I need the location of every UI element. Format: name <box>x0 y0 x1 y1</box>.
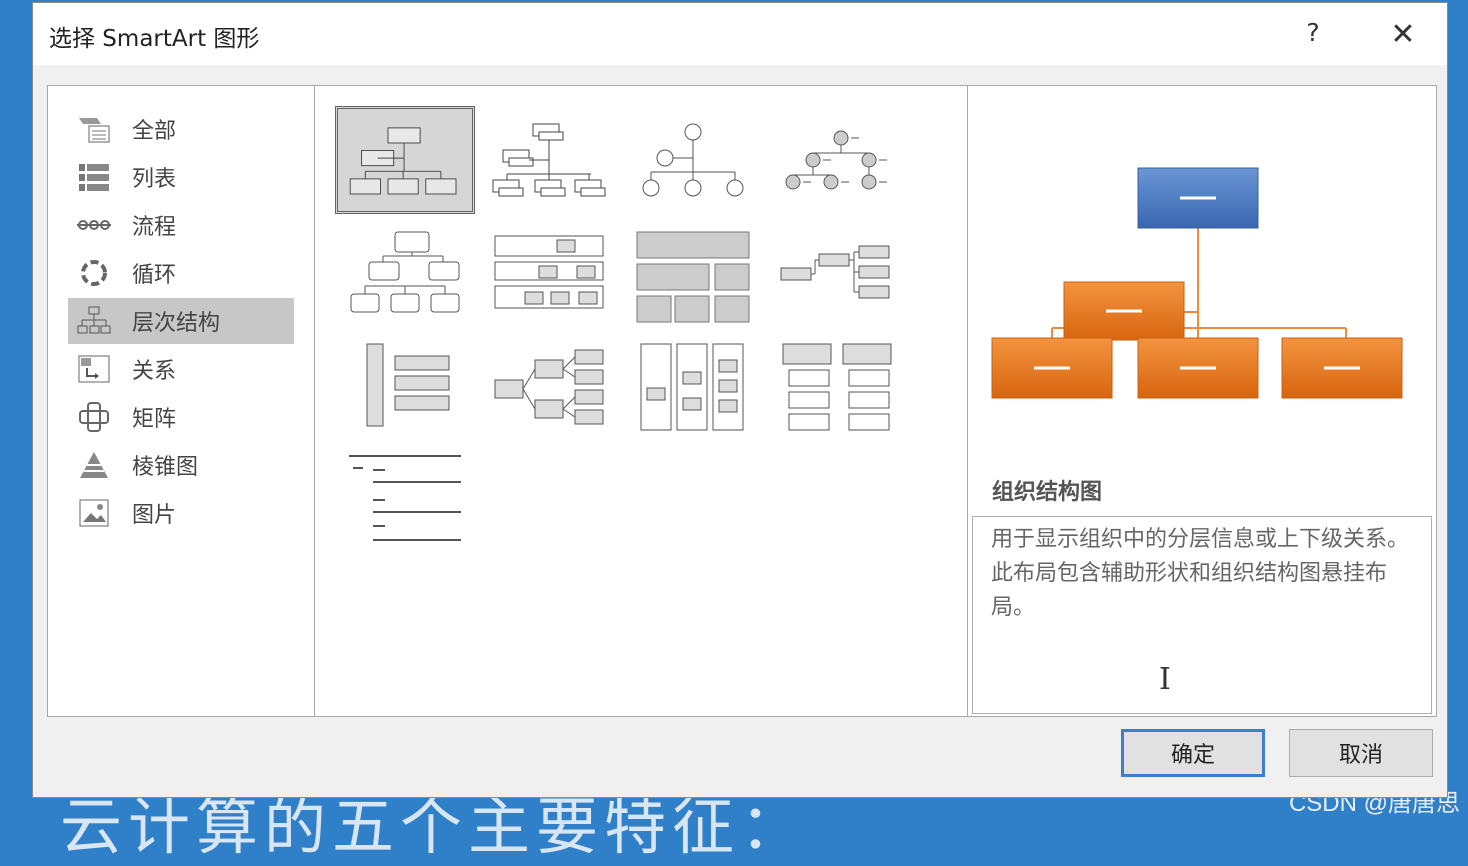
layout-circle-picture-hierarchy[interactable] <box>623 106 763 214</box>
layout-name-title-org-chart[interactable] <box>479 106 619 214</box>
layout-horizontal-hierarchy[interactable] <box>767 222 907 330</box>
preview-panel: 组织结构图 用于显示组织中的分层信息或上下级关系。此布局包含辅助形状和组织结构图… <box>967 85 1437 717</box>
category-picture[interactable]: 图片 <box>68 490 294 536</box>
category-label: 矩阵 <box>132 407 177 432</box>
all-icon <box>76 113 112 145</box>
table-hierarchy-thumbnail <box>494 235 604 309</box>
layout-hierarchy-list[interactable] <box>335 336 475 444</box>
category-label: 层次结构 <box>132 311 221 336</box>
matrix-icon <box>76 401 112 433</box>
picture-icon <box>76 497 112 529</box>
layout-horizontal-hierarchy-blocks[interactable] <box>623 222 763 330</box>
category-list: 全部 列表 流程 循环 层次结构 关系 矩阵 棱锥图 图片 <box>47 85 315 717</box>
category-cycle[interactable]: 循环 <box>68 250 294 296</box>
hierarchy-blocks-thumbnail <box>636 231 750 323</box>
layout-organization-chart[interactable] <box>335 106 475 214</box>
pyramid-icon <box>76 449 112 481</box>
layout-table-hierarchy[interactable] <box>479 222 619 330</box>
text-hierarchy-thumbnail <box>349 455 461 541</box>
category-process[interactable]: 流程 <box>68 202 294 248</box>
org-chart-thumbnail <box>349 127 457 195</box>
smartart-dialog: 选择 SmartArt 图形 ? ✕ 全部 列表 流程 循环 层次结构 关系 矩… <box>32 2 1448 798</box>
half-circle-thumbnail <box>350 231 460 313</box>
cycle-icon <box>76 257 112 289</box>
category-label: 图片 <box>132 503 177 528</box>
layout-lined-list-hierarchy[interactable] <box>623 336 763 444</box>
process-icon <box>76 209 112 241</box>
category-pyramid[interactable]: 棱锥图 <box>68 442 294 488</box>
category-label: 棱锥图 <box>132 455 199 480</box>
ok-button[interactable]: 确定 <box>1121 729 1265 777</box>
layout-text-hierarchy[interactable] <box>335 448 475 556</box>
layout-half-circle-org-chart[interactable] <box>335 222 475 330</box>
descending-hierarchy-thumbnail <box>782 343 892 431</box>
layout-horizontal-multilevel[interactable] <box>479 336 619 444</box>
category-list-type[interactable]: 列表 <box>68 154 294 200</box>
cancel-button[interactable]: 取消 <box>1289 729 1433 777</box>
layout-description-text: 用于显示组织中的分层信息或上下级关系。此布局包含辅助形状和组织结构图悬挂布局。 <box>991 527 1410 620</box>
circle-hierarchy-thumbnail <box>642 123 744 197</box>
layout-gallery <box>314 85 968 717</box>
category-all[interactable]: 全部 <box>68 106 294 152</box>
hierarchy-list-thumbnail <box>366 343 450 427</box>
category-label: 全部 <box>132 119 177 144</box>
relationship-icon <box>76 353 112 385</box>
preview-image <box>991 167 1403 399</box>
dialog-title: 选择 SmartArt 图形 <box>49 26 260 52</box>
list-icon <box>76 161 112 193</box>
layout-labeled-hierarchy[interactable] <box>767 106 907 214</box>
labeled-hierarchy-thumbnail <box>785 130 887 190</box>
layout-name: 组织结构图 <box>992 480 1103 505</box>
title-bar[interactable]: 选择 SmartArt 图形 ? ✕ <box>33 3 1447 65</box>
lined-list-thumbnail <box>640 343 744 431</box>
category-label: 列表 <box>132 167 177 192</box>
layout-descending-hierarchy[interactable] <box>767 336 907 444</box>
text-cursor: I <box>1159 662 1171 697</box>
hierarchy-icon <box>76 305 112 337</box>
horizontal-hierarchy-thumbnail <box>780 245 890 299</box>
close-button[interactable]: ✕ <box>1383 15 1423 55</box>
category-hierarchy[interactable]: 层次结构 <box>68 298 294 344</box>
category-matrix[interactable]: 矩阵 <box>68 394 294 440</box>
horizontal-multilevel-thumbnail <box>494 349 604 425</box>
name-title-thumbnail <box>492 123 606 197</box>
help-button[interactable]: ? <box>1295 15 1331 51</box>
category-label: 循环 <box>132 263 177 288</box>
category-label: 关系 <box>132 359 177 384</box>
layout-description[interactable]: 用于显示组织中的分层信息或上下级关系。此布局包含辅助形状和组织结构图悬挂布局。 … <box>972 516 1432 714</box>
category-relationship[interactable]: 关系 <box>68 346 294 392</box>
category-label: 流程 <box>132 215 177 240</box>
